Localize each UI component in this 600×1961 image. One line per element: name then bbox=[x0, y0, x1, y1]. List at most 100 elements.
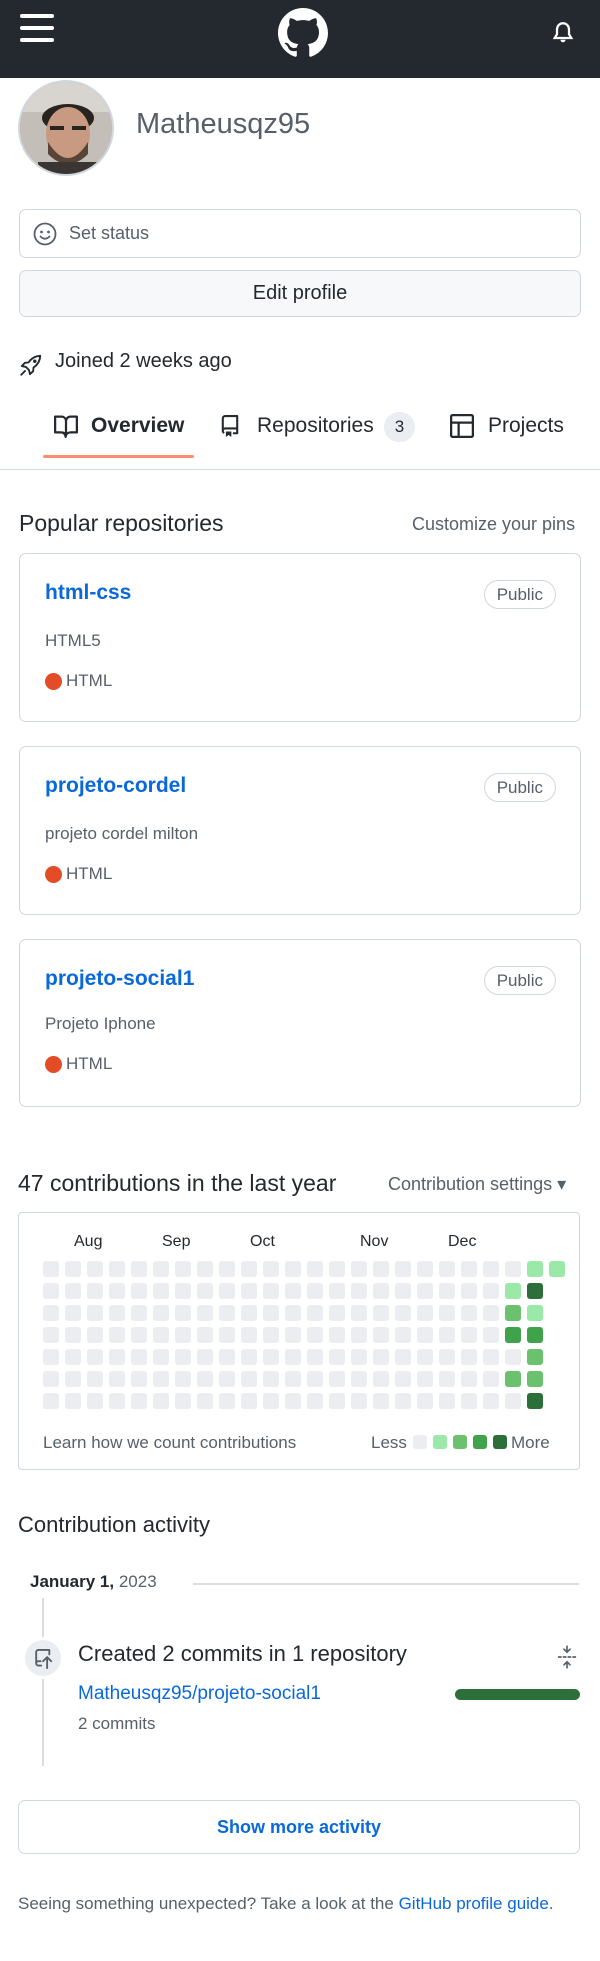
contribution-cell[interactable] bbox=[131, 1327, 147, 1343]
contribution-cell[interactable] bbox=[175, 1393, 191, 1409]
contribution-cell[interactable] bbox=[43, 1305, 59, 1321]
contribution-cell[interactable] bbox=[373, 1327, 389, 1343]
contribution-cell[interactable] bbox=[241, 1349, 257, 1365]
customize-pins-link[interactable]: Customize your pins bbox=[412, 514, 575, 535]
contribution-cell[interactable] bbox=[241, 1327, 257, 1343]
contribution-cell[interactable] bbox=[87, 1261, 103, 1277]
contribution-cell[interactable] bbox=[285, 1393, 301, 1409]
contribution-cell[interactable] bbox=[439, 1261, 455, 1277]
contribution-cell[interactable] bbox=[329, 1349, 345, 1365]
contribution-cell[interactable] bbox=[109, 1261, 125, 1277]
contribution-cell[interactable] bbox=[43, 1371, 59, 1387]
contribution-cell[interactable] bbox=[527, 1305, 543, 1321]
contribution-cell[interactable] bbox=[65, 1261, 81, 1277]
contribution-cell[interactable] bbox=[285, 1349, 301, 1365]
contribution-cell[interactable] bbox=[351, 1349, 367, 1365]
contribution-cell[interactable] bbox=[65, 1349, 81, 1365]
contribution-cell[interactable] bbox=[395, 1261, 411, 1277]
contribution-cell[interactable] bbox=[483, 1261, 499, 1277]
contribution-cell[interactable] bbox=[285, 1305, 301, 1321]
contribution-cell[interactable] bbox=[505, 1371, 521, 1387]
contribution-cell[interactable] bbox=[241, 1283, 257, 1299]
contribution-cell[interactable] bbox=[439, 1393, 455, 1409]
contribution-cell[interactable] bbox=[197, 1371, 213, 1387]
contribution-cell[interactable] bbox=[131, 1393, 147, 1409]
tab-projects[interactable]: Projects bbox=[450, 412, 590, 442]
contribution-cell[interactable] bbox=[417, 1261, 433, 1277]
contribution-cell[interactable] bbox=[527, 1393, 543, 1409]
contribution-cell[interactable] bbox=[307, 1371, 323, 1387]
contribution-cell[interactable] bbox=[87, 1327, 103, 1343]
contribution-cell[interactable] bbox=[527, 1349, 543, 1365]
contribution-cell[interactable] bbox=[505, 1305, 521, 1321]
contribution-cell[interactable] bbox=[219, 1393, 235, 1409]
contribution-cell[interactable] bbox=[351, 1393, 367, 1409]
contribution-cell[interactable] bbox=[109, 1305, 125, 1321]
contribution-cell[interactable] bbox=[483, 1327, 499, 1343]
contribution-cell[interactable] bbox=[131, 1283, 147, 1299]
contribution-cell[interactable] bbox=[439, 1283, 455, 1299]
contribution-cell[interactable] bbox=[43, 1327, 59, 1343]
contribution-cell[interactable] bbox=[395, 1305, 411, 1321]
contribution-cell[interactable] bbox=[351, 1327, 367, 1343]
contribution-cell[interactable] bbox=[461, 1393, 477, 1409]
fold-icon[interactable] bbox=[557, 1645, 577, 1669]
contribution-cell[interactable] bbox=[197, 1305, 213, 1321]
contribution-cell[interactable] bbox=[153, 1283, 169, 1299]
contribution-cell[interactable] bbox=[439, 1327, 455, 1343]
contribution-cell[interactable] bbox=[65, 1305, 81, 1321]
contribution-cell[interactable] bbox=[175, 1327, 191, 1343]
tab-overview[interactable]: Overview bbox=[53, 412, 193, 442]
contribution-cell[interactable] bbox=[505, 1393, 521, 1409]
contribution-cell[interactable] bbox=[505, 1327, 521, 1343]
contribution-cell[interactable] bbox=[417, 1371, 433, 1387]
contribution-cell[interactable] bbox=[219, 1327, 235, 1343]
repo-name-link[interactable]: projeto-cordel bbox=[45, 774, 186, 798]
contribution-cell[interactable] bbox=[329, 1327, 345, 1343]
contribution-cell[interactable] bbox=[219, 1261, 235, 1277]
contribution-cell[interactable] bbox=[219, 1283, 235, 1299]
profile-guide-link[interactable]: GitHub profile guide bbox=[399, 1894, 549, 1913]
learn-contributions-link[interactable]: Learn how we count contributions bbox=[43, 1433, 296, 1453]
contribution-cell[interactable] bbox=[351, 1283, 367, 1299]
avatar[interactable] bbox=[18, 80, 114, 176]
contribution-cell[interactable] bbox=[109, 1327, 125, 1343]
contribution-cell[interactable] bbox=[197, 1327, 213, 1343]
contribution-cell[interactable] bbox=[461, 1261, 477, 1277]
contribution-cell[interactable] bbox=[285, 1327, 301, 1343]
contribution-cell[interactable] bbox=[461, 1305, 477, 1321]
contribution-cell[interactable] bbox=[483, 1349, 499, 1365]
contribution-cell[interactable] bbox=[527, 1327, 543, 1343]
contribution-settings-dropdown[interactable]: Contribution settings ▾ bbox=[388, 1174, 566, 1195]
commit-count-link[interactable]: 2 commits bbox=[78, 1714, 155, 1734]
contribution-cell[interactable] bbox=[373, 1393, 389, 1409]
contribution-cell[interactable] bbox=[461, 1283, 477, 1299]
contribution-cell[interactable] bbox=[241, 1305, 257, 1321]
contribution-cell[interactable] bbox=[285, 1283, 301, 1299]
contribution-cell[interactable] bbox=[241, 1261, 257, 1277]
contribution-cell[interactable] bbox=[175, 1371, 191, 1387]
contribution-cell[interactable] bbox=[109, 1349, 125, 1365]
contribution-cell[interactable] bbox=[263, 1371, 279, 1387]
edit-profile-button[interactable]: Edit profile bbox=[19, 270, 581, 317]
contribution-cell[interactable] bbox=[109, 1283, 125, 1299]
contribution-cell[interactable] bbox=[417, 1349, 433, 1365]
contribution-cell[interactable] bbox=[263, 1393, 279, 1409]
contribution-cell[interactable] bbox=[483, 1393, 499, 1409]
notification-bell-icon[interactable] bbox=[551, 20, 575, 46]
contribution-cell[interactable] bbox=[329, 1393, 345, 1409]
contribution-cell[interactable] bbox=[65, 1327, 81, 1343]
contribution-cell[interactable] bbox=[153, 1305, 169, 1321]
contribution-cell[interactable] bbox=[329, 1305, 345, 1321]
contribution-cell[interactable] bbox=[263, 1327, 279, 1343]
contribution-cell[interactable] bbox=[505, 1349, 521, 1365]
contribution-cell[interactable] bbox=[241, 1393, 257, 1409]
contribution-cell[interactable] bbox=[87, 1371, 103, 1387]
contribution-cell[interactable] bbox=[153, 1261, 169, 1277]
contribution-cell[interactable] bbox=[219, 1305, 235, 1321]
contribution-cell[interactable] bbox=[197, 1349, 213, 1365]
contribution-cell[interactable] bbox=[483, 1305, 499, 1321]
contribution-cell[interactable] bbox=[307, 1283, 323, 1299]
contribution-cell[interactable] bbox=[43, 1393, 59, 1409]
contribution-cell[interactable] bbox=[65, 1371, 81, 1387]
